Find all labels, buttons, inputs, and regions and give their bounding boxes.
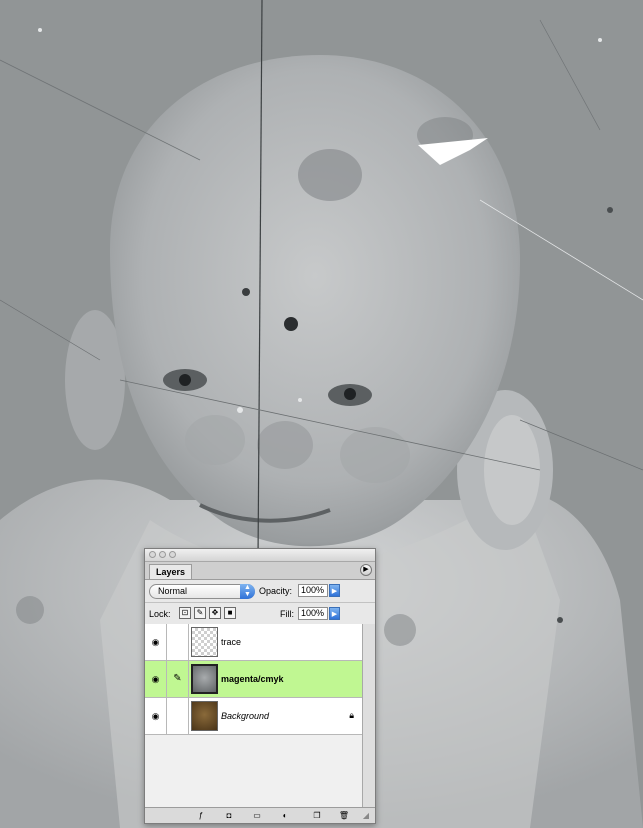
new-group-folder-icon[interactable]: ▭ [251,810,263,821]
blend-opacity-row: Normal ▲ ▼ Opacity: 100% ▶ [145,580,375,603]
layer-row-trace[interactable]: ◉ trace [145,624,362,661]
layer-thumbnail-grey [191,664,218,694]
layer-link-cell[interactable] [167,698,189,734]
panel-menu-button[interactable]: ▶ [360,564,372,576]
layer-thumbnail-brown [191,701,218,731]
layer-list-scrollbar[interactable] [362,624,375,807]
padlock-icon: 🔒︎ [349,710,354,720]
brush-icon[interactable]: ✎ [167,661,189,697]
chevron-updown-icon: ▲ ▼ [240,584,255,599]
layer-row-magenta-cmyk[interactable]: ◉ ✎ magenta/cmyk [145,661,362,698]
opacity-label: Opacity: [259,586,293,596]
add-mask-icon[interactable]: ◘ [223,810,235,821]
resize-grip-icon[interactable]: ◢ [360,810,372,821]
opacity-input[interactable]: 100% [298,584,328,597]
layer-row-background[interactable]: ◉ Background 🔒︎ [145,698,362,735]
blend-mode-select[interactable]: Normal ▲ ▼ [149,584,255,599]
layer-thumbnail-transparent [191,627,218,657]
lock-image-brush-icon[interactable]: ✎ [194,607,206,619]
layer-link-cell[interactable] [167,624,189,660]
lock-label: Lock: [149,609,171,619]
panel-titlebar[interactable] [145,549,375,562]
fill-label: Fill: [280,609,294,619]
layer-name[interactable]: Background [221,698,269,734]
fill-input[interactable]: 100% [298,607,328,620]
layers-panel: Layers ▶ Normal ▲ ▼ Opacity: 100% ▶ Lock:… [144,548,376,824]
lock-transparency-icon[interactable]: ⊡ [179,607,191,619]
lock-position-move-icon[interactable]: ✥ [209,607,221,619]
panel-footer-toolbar: ƒ ◘ ▭ ◐ ❐ 🗑︎ ◢ [145,807,375,823]
trash-icon[interactable]: 🗑︎ [338,810,350,821]
adjustment-layer-icon[interactable]: ◐ [279,810,291,821]
layer-list: ◉ trace ◉ ✎ magenta/cmyk ◉ Background 🔒︎ [145,624,362,807]
tab-layers[interactable]: Layers [149,564,193,579]
eye-icon[interactable]: ◉ [145,624,167,660]
zoom-icon[interactable] [169,551,176,558]
minimize-icon[interactable] [159,551,166,558]
opacity-slider-button[interactable]: ▶ [329,584,340,597]
layer-name[interactable]: magenta/cmyk [221,661,284,697]
eye-icon[interactable]: ◉ [145,698,167,734]
layer-name[interactable]: trace [221,624,241,660]
eye-icon[interactable]: ◉ [145,661,167,697]
lock-fill-row: Lock: ⊡ ✎ ✥ ■ Fill: 100% ▶ [145,603,375,626]
blend-mode-value: Normal [158,586,188,596]
panel-tab-row: Layers ▶ [145,562,375,580]
close-icon[interactable] [149,551,156,558]
fill-slider-button[interactable]: ▶ [329,607,340,620]
new-layer-icon[interactable]: ❐ [311,810,323,821]
lock-all-padlock-icon[interactable]: ■ [224,607,236,619]
layer-style-icon[interactable]: ƒ [195,810,207,821]
